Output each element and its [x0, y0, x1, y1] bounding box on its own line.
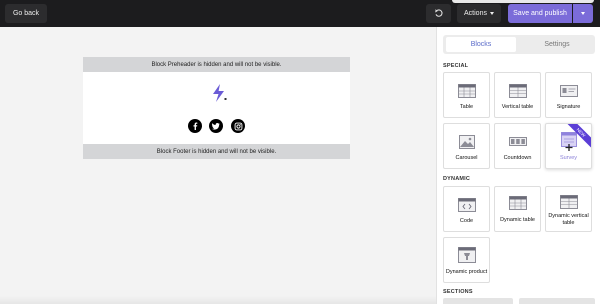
sidebar-tabs: Blocks Settings	[443, 35, 595, 54]
email-canvas: Block Preheader is hidden and will not b…	[0, 27, 436, 304]
section-label-sections: SECTIONS	[443, 289, 473, 295]
dynamic-product-icon	[457, 247, 476, 263]
section-card-partial[interactable]	[519, 298, 595, 304]
tab-blocks[interactable]: Blocks	[446, 37, 516, 52]
block-label: Code	[459, 218, 474, 224]
canvas-bottom-edge	[0, 296, 436, 304]
block-card-vertical-table[interactable]: Vertical table	[494, 72, 541, 118]
section-label-dynamic: DYNAMIC	[443, 176, 471, 182]
countdown-icon	[508, 137, 527, 146]
top-notch	[452, 0, 594, 3]
dynamic-vertical-table-icon	[559, 195, 578, 209]
signature-icon	[559, 85, 578, 97]
actions-button[interactable]: Actions	[457, 4, 501, 23]
section-label-special: SPECIAL	[443, 63, 469, 69]
facebook-icon[interactable]	[188, 119, 202, 133]
footer-notice[interactable]: Block Footer is hidden and will not be v…	[83, 144, 350, 159]
actions-label: Actions	[464, 10, 487, 17]
block-label: Countdown	[503, 155, 532, 161]
twitter-icon[interactable]	[209, 119, 223, 133]
block-label: Carousel	[455, 155, 478, 161]
table-icon	[457, 84, 476, 98]
block-card-table[interactable]: Table	[443, 72, 490, 118]
block-label: Signature	[556, 104, 581, 110]
top-bar: Go back Actions Save and publish	[0, 0, 600, 27]
carousel-icon	[458, 135, 475, 149]
undo-icon	[434, 9, 443, 17]
code-icon	[457, 198, 476, 212]
block-card-dynamic-product[interactable]: Dynamic product	[443, 237, 490, 283]
save-and-publish-button[interactable]: Save and publish	[508, 4, 572, 23]
block-label: Dynamic table	[500, 217, 535, 223]
block-card-signature[interactable]: Signature	[545, 72, 592, 118]
save-options-dropdown[interactable]	[573, 4, 593, 23]
chevron-down-icon	[581, 12, 585, 15]
block-label: Dynamic product	[445, 269, 488, 275]
email-body[interactable]	[83, 72, 350, 144]
block-label: Survey	[559, 155, 578, 161]
survey-icon	[560, 132, 577, 151]
block-card-carousel[interactable]: Carousel	[443, 123, 490, 169]
block-card-dynamic-vertical-table[interactable]: Dynamic vertical table	[545, 186, 592, 232]
lightning-logo-icon	[213, 84, 227, 102]
dynamic-table-icon	[508, 196, 527, 210]
block-card-code[interactable]: Code	[443, 186, 490, 232]
block-card-countdown[interactable]: Countdown	[494, 123, 541, 169]
block-label: Dynamic vertical table	[548, 213, 589, 226]
tab-settings[interactable]: Settings	[522, 37, 592, 52]
preheader-notice[interactable]: Block Preheader is hidden and will not b…	[83, 57, 350, 72]
vertical-table-icon	[508, 84, 527, 98]
blocks-sidebar: Blocks Settings SPECIAL Table Vertical t…	[436, 27, 600, 304]
chevron-down-icon	[489, 12, 494, 15]
section-card-partial[interactable]	[443, 298, 513, 304]
instagram-icon[interactable]	[231, 119, 245, 133]
undo-button[interactable]	[426, 4, 451, 23]
block-card-survey[interactable]: Survey NEW	[545, 123, 592, 169]
block-label: Vertical table	[501, 104, 534, 110]
go-back-button[interactable]: Go back	[5, 4, 47, 23]
block-card-dynamic-table[interactable]: Dynamic table	[494, 186, 541, 232]
block-label: Table	[459, 104, 474, 110]
